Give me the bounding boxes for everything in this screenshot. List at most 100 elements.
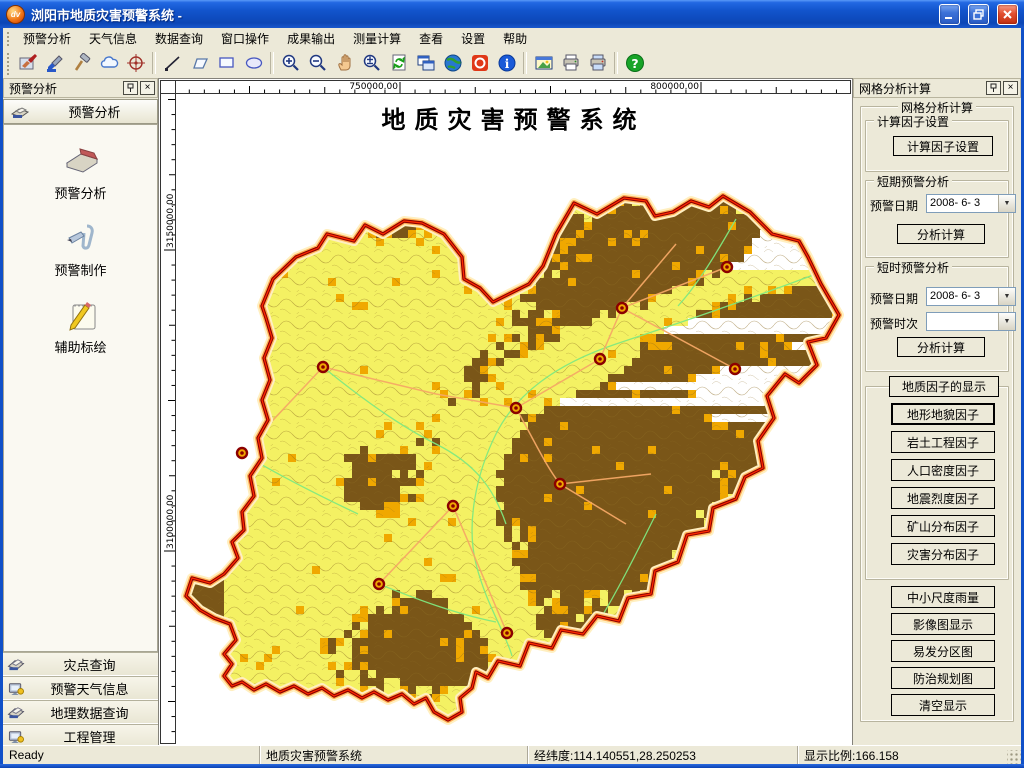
tool-2[interactable]: 预警制作 [4,220,157,279]
close-button[interactable] [997,4,1018,25]
menu-7[interactable]: 查看 [410,28,452,49]
section-label: 预警天气信息 [25,679,154,698]
section-1[interactable]: 灾点查询 [3,652,158,676]
hammer-button[interactable] [68,50,95,77]
zoom-extent-button[interactable] [358,50,385,77]
geo-factor-display-button[interactable]: 地质因子的显示 [889,376,999,397]
pin-icon[interactable] [123,81,138,95]
factor-button-3[interactable]: 人口密度因子 [891,459,995,481]
crosshair-button[interactable] [122,50,149,77]
tool-label: 预警制作 [54,260,106,279]
polygon-tool-button[interactable] [186,50,213,77]
close-icon [1002,9,1013,20]
immediate-time-combo[interactable]: ▼ [926,312,1016,331]
factor-settings-button[interactable]: 计算因子设置 [893,136,993,156]
horizontal-ruler: 750000.00800000.00 [176,80,851,94]
vertical-ruler: 3150000.003100000.00 [160,94,176,744]
chevron-down-icon[interactable]: ▼ [998,288,1015,305]
image-map-button[interactable] [530,50,557,77]
right-panel-caption: 网格分析计算 × [853,78,1021,98]
restore-button[interactable] [968,4,989,25]
rectangle-tool-button[interactable] [213,50,240,77]
bottom-button-4[interactable]: 防治规划图 [891,667,995,689]
zoom-out-icon [308,53,328,73]
record-stop-button[interactable] [466,50,493,77]
short-term-date-combo[interactable]: 2008- 6- 3 ▼ [926,194,1016,213]
left-panel-tools: 预警分析 预警制作 辅助标绘 [3,124,158,652]
ellipse-tool-button[interactable] [240,50,267,77]
factor-button-5[interactable]: 矿山分布因子 [891,515,995,537]
menu-grip[interactable] [5,30,10,46]
immediate-analyze-button[interactable]: 分析计算 [897,337,985,357]
zoom-out-button[interactable] [304,50,331,77]
left-panel-close-icon[interactable]: × [140,81,155,95]
bottom-button-3[interactable]: 易发分区图 [891,640,995,662]
restore-icon [973,9,984,20]
tool-3[interactable]: 辅助标绘 [4,297,157,356]
print-preview-button[interactable] [584,50,611,77]
line-tool-button[interactable] [159,50,186,77]
chevron-down-icon[interactable]: ▼ [998,313,1015,330]
info-button[interactable]: i [493,50,520,77]
zoom-extent-icon [362,53,382,73]
right-panel-close-icon[interactable]: × [1003,81,1018,95]
minimize-button[interactable] [939,4,960,25]
short-term-analyze-button[interactable]: 分析计算 [897,224,985,244]
hammer-icon [72,53,92,73]
menu-9[interactable]: 帮助 [494,28,536,49]
pin-icon[interactable] [986,81,1001,95]
immediate-date-combo[interactable]: 2008- 6- 3 ▼ [926,287,1016,306]
disaster-query-icon [7,656,25,672]
warning-analysis-book-icon [60,143,102,179]
section-3[interactable]: 地理数据查询 [3,700,158,724]
map-canvas[interactable]: 地质灾害预警系统 [176,94,851,744]
chevron-down-icon[interactable]: ▼ [998,195,1015,212]
print-icon [561,53,581,73]
section-label: 工程管理 [25,727,154,746]
immediate-date-label: 预警日期 [870,290,918,307]
map-document: 750000.00800000.00 3150000.003100000.00 … [158,78,853,746]
crosshair-icon [126,53,146,73]
menu-4[interactable]: 窗口操作 [212,28,278,49]
status-scale: 显示比例:166.158 [798,746,968,764]
factor-button-4[interactable]: 地震烈度因子 [891,487,995,509]
image-map-icon [534,53,554,73]
section-label: 灾点查询 [25,655,154,674]
tool-1[interactable]: 预警分析 [4,143,157,202]
brush-button[interactable] [41,50,68,77]
bottom-button-2[interactable]: 影像图显示 [891,613,995,635]
info-icon: i [497,53,517,73]
immediate-date-value: 2008- 6- 3 [927,288,998,305]
section-2[interactable]: 预警天气信息 [3,676,158,700]
bottom-button-5[interactable]: 清空显示 [891,694,995,716]
factor-button-1[interactable]: 地形地貌因子 [891,403,995,425]
pan-hand-button[interactable] [331,50,358,77]
menu-5[interactable]: 成果输出 [278,28,344,49]
copy-window-button[interactable] [412,50,439,77]
factor-button-2[interactable]: 岩土工程因子 [891,431,995,453]
menu-2[interactable]: 天气信息 [80,28,146,49]
left-panel-header: 预警分析 [3,99,158,124]
map-edit-button[interactable] [14,50,41,77]
print-button[interactable] [557,50,584,77]
menu-8[interactable]: 设置 [452,28,494,49]
svg-text:?: ? [631,56,638,71]
menu-3[interactable]: 数据查询 [146,28,212,49]
refresh-button[interactable] [385,50,412,77]
record-stop-icon [470,53,490,73]
cloud-button[interactable] [95,50,122,77]
globe-button[interactable] [439,50,466,77]
menu-1[interactable]: 预警分析 [14,28,80,49]
line-tool-icon [163,53,183,73]
menu-6[interactable]: 测量计算 [344,28,410,49]
zoom-in-button[interactable] [277,50,304,77]
svg-text:3150000.00: 3150000.00 [166,193,175,248]
short-term-date-label: 预警日期 [870,197,918,214]
toolbar-grip[interactable] [5,51,10,75]
help-button[interactable]: ? [621,50,648,77]
resize-grip[interactable] [1007,750,1021,764]
bottom-button-1[interactable]: 中小尺度雨量 [891,586,995,608]
factor-button-6[interactable]: 灾害分布因子 [891,543,995,565]
ruler-corner [160,80,176,94]
help-icon: ? [625,53,645,73]
